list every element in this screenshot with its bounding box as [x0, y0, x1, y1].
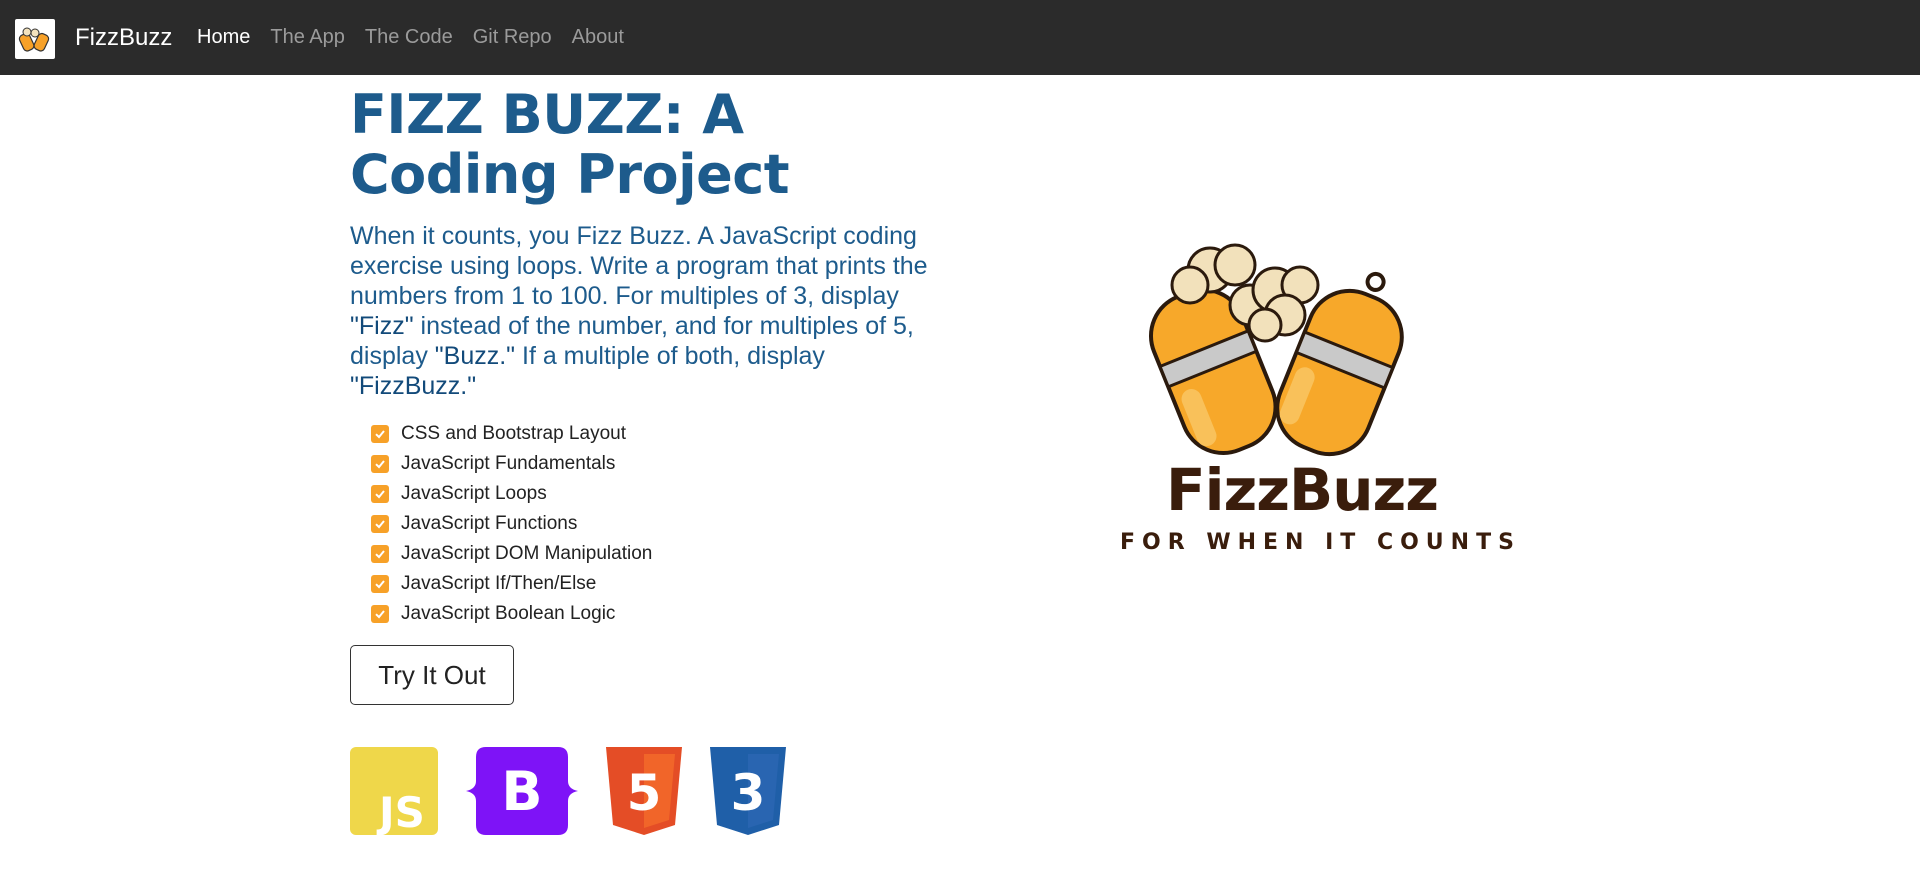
- feature-item: CSS and Bootstrap Layout: [371, 419, 950, 449]
- feature-item: JavaScript Functions: [371, 509, 950, 539]
- nav-git-repo[interactable]: Git Repo: [473, 26, 552, 49]
- check-icon: [371, 425, 389, 443]
- html5-label: 5: [627, 764, 662, 822]
- feature-label: JavaScript If/Then/Else: [401, 573, 597, 594]
- feature-label: JavaScript Functions: [401, 513, 578, 534]
- feature-list: CSS and Bootstrap Layout JavaScript Fund…: [350, 419, 950, 629]
- beer-cans-icon: [18, 27, 50, 52]
- lead-fizz: "Fizz": [350, 312, 414, 340]
- tech-icons: JS B 5 3: [350, 747, 786, 835]
- js-label: JS: [376, 788, 425, 835]
- intro-section: FIZZ BUZZ: A Coding Project When it coun…: [350, 85, 950, 705]
- try-it-out-button[interactable]: Try It Out: [350, 645, 514, 705]
- check-icon: [371, 485, 389, 503]
- hero-logo: FizzBuzz FOR WHEN IT COUNTS: [1110, 230, 1514, 560]
- check-icon: [371, 455, 389, 473]
- nav-about[interactable]: About: [572, 26, 624, 49]
- javascript-icon: JS: [350, 747, 438, 835]
- nav-the-code[interactable]: The Code: [365, 26, 453, 49]
- brand-logo[interactable]: [15, 19, 55, 59]
- lead-text-1: When it counts, you Fizz Buzz. A JavaScr…: [350, 222, 928, 310]
- navbar: FizzBuzz Home The App The Code Git Repo …: [0, 0, 1920, 75]
- lead-buzz: "Buzz.": [434, 342, 516, 370]
- css3-label: 3: [731, 764, 766, 822]
- feature-item: JavaScript Boolean Logic: [371, 599, 950, 629]
- brand-name[interactable]: FizzBuzz: [75, 24, 172, 52]
- bootstrap-icon: B: [466, 747, 578, 835]
- hero-title: FizzBuzz: [1166, 456, 1439, 524]
- nav-links: Home The App The Code Git Repo About: [197, 26, 624, 49]
- html5-icon: 5: [606, 747, 682, 835]
- lead-text-3: If a multiple of both, display: [515, 342, 825, 370]
- feature-label: JavaScript DOM Manipulation: [401, 543, 653, 564]
- feature-item: JavaScript DOM Manipulation: [371, 539, 950, 569]
- css3-icon: 3: [710, 747, 786, 835]
- nav-the-app[interactable]: The App: [270, 26, 345, 49]
- lead-fizzbuzz: "FizzBuzz.": [350, 372, 477, 400]
- feature-item: JavaScript Fundamentals: [371, 449, 950, 479]
- hero-tagline: FOR WHEN IT COUNTS: [1120, 530, 1521, 555]
- check-icon: [371, 605, 389, 623]
- check-icon: [371, 545, 389, 563]
- intro-paragraph: When it counts, you Fizz Buzz. A JavaScr…: [350, 221, 950, 401]
- feature-item: JavaScript Loops: [371, 479, 950, 509]
- feature-item: JavaScript If/Then/Else: [371, 569, 950, 599]
- beer-cans-illustration: [1148, 243, 1404, 457]
- bootstrap-label: B: [501, 760, 542, 823]
- feature-label: JavaScript Loops: [401, 483, 547, 504]
- check-icon: [371, 575, 389, 593]
- feature-label: CSS and Bootstrap Layout: [401, 423, 626, 444]
- feature-label: JavaScript Boolean Logic: [401, 603, 616, 624]
- check-icon: [371, 515, 389, 533]
- page-title: FIZZ BUZZ: A Coding Project: [350, 83, 790, 206]
- nav-home[interactable]: Home: [197, 26, 250, 49]
- feature-label: JavaScript Fundamentals: [401, 453, 616, 474]
